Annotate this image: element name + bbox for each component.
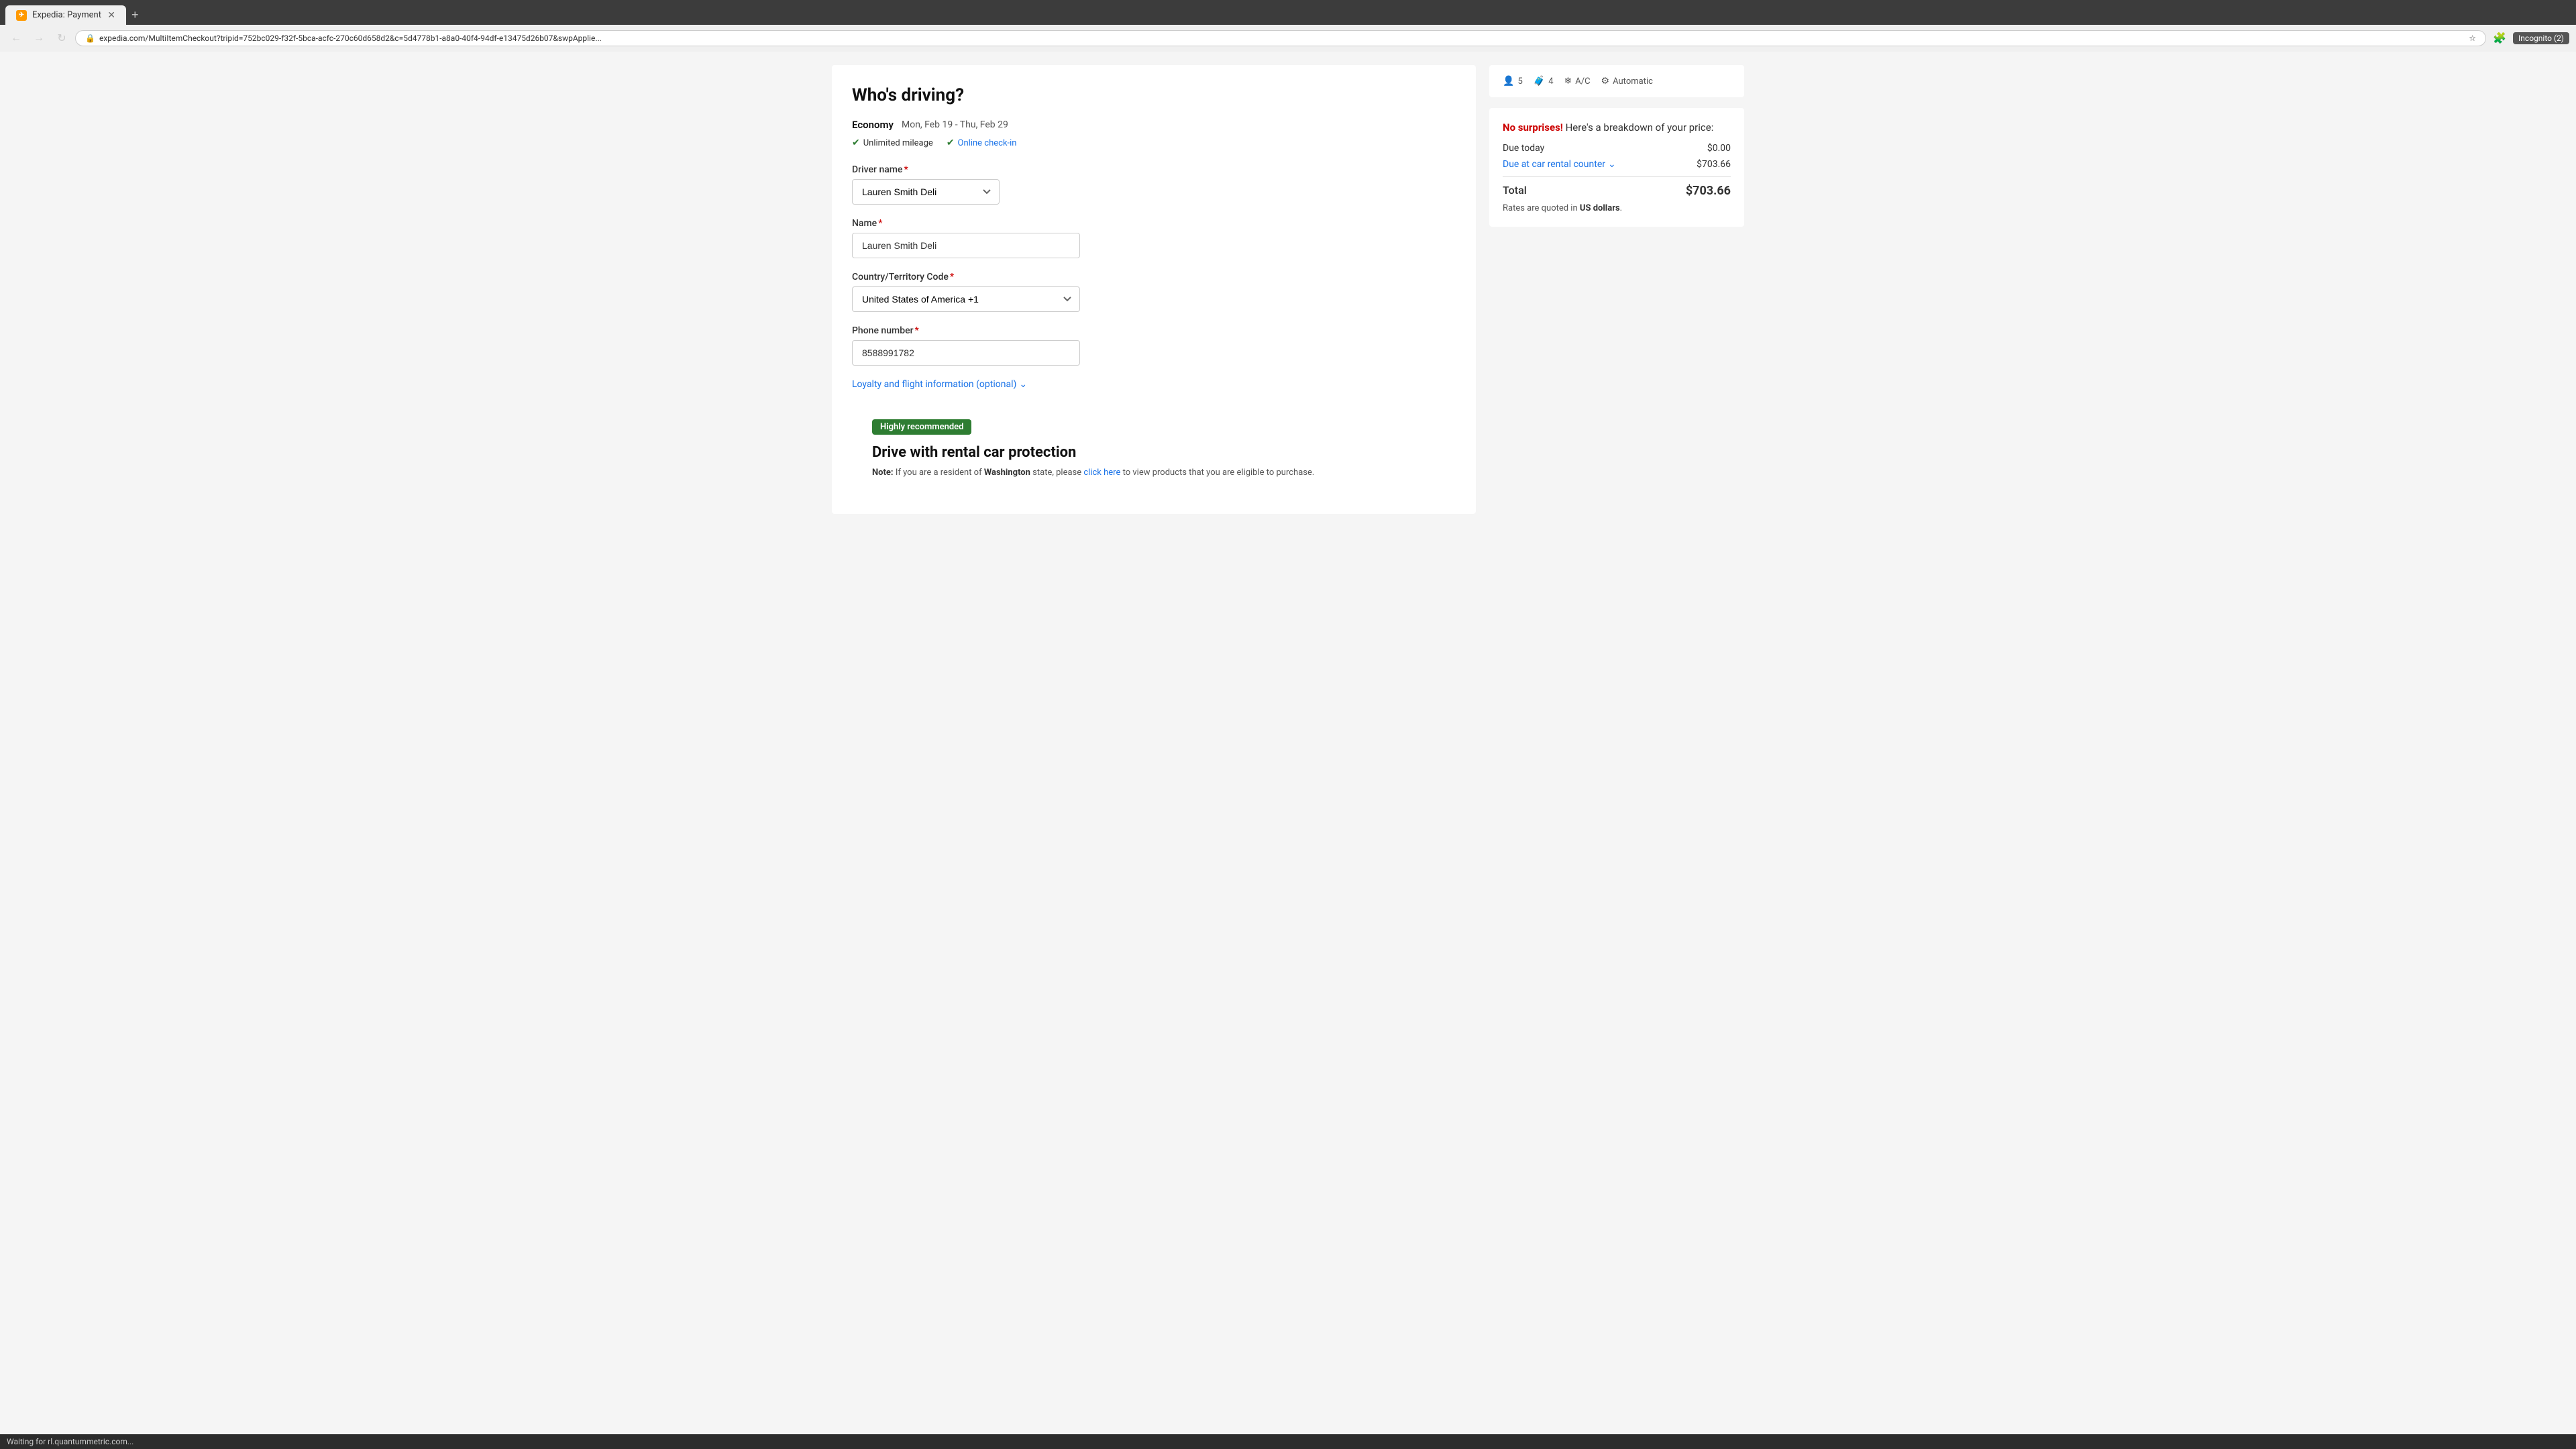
online-checkin-link[interactable]: Online check-in (958, 138, 1017, 148)
rates-currency: US dollars (1580, 203, 1620, 213)
new-tab-button[interactable]: + (126, 5, 144, 25)
note-text: Note: If you are a resident of Washingto… (872, 468, 1436, 478)
check-icon-checkin: ✔ (947, 138, 955, 148)
bookmark-icon: ☆ (2469, 34, 2476, 43)
forward-button[interactable]: → (30, 29, 48, 48)
recommended-badge: Highly recommended (872, 419, 971, 435)
passengers-value: 5 (1517, 76, 1522, 87)
due-today-label: Due today (1503, 143, 1544, 154)
reload-button[interactable]: ↻ (52, 29, 71, 48)
pricing-panel: No surprises! Here's a breakdown of your… (1489, 108, 1744, 227)
tabs-row: ✈ Expedia: Payment ✕ + (5, 5, 2571, 25)
page-title: Who's driving? (852, 85, 1456, 105)
driver-name-group: Driver name* Lauren Smith Deli (852, 164, 1456, 205)
active-tab[interactable]: ✈ Expedia: Payment ✕ (5, 5, 126, 25)
required-star-driver: * (904, 164, 908, 175)
breakdown-text: Here's a breakdown of your price: (1566, 121, 1714, 133)
browser-chrome: ✈ Expedia: Payment ✕ + (0, 0, 2576, 25)
name-group: Name* (852, 218, 1456, 258)
phone-group: Phone number* (852, 325, 1456, 366)
total-amount: $703.66 (1686, 184, 1731, 198)
price-divider (1503, 176, 1731, 177)
spec-luggage: 🧳 4 (1534, 76, 1554, 87)
no-surprises-text: No surprises! Here's a breakdown of your… (1503, 121, 1731, 133)
no-surprises-strong: No surprises! (1503, 121, 1563, 133)
phone-label: Phone number* (852, 325, 1456, 336)
country-group: Country/Territory Code* United States of… (852, 272, 1456, 312)
ac-value: A/C (1575, 76, 1590, 87)
recommended-section: Highly recommended Drive with rental car… (852, 403, 1456, 494)
car-specs: 👤 5 🧳 4 ❄ A/C ⚙ Automatic (1489, 65, 1744, 97)
car-type-label: Economy (852, 119, 894, 131)
driver-name-select[interactable]: Lauren Smith Deli (852, 179, 1000, 205)
note-suffix: state, please (1032, 468, 1083, 478)
date-range: Mon, Feb 19 - Thu, Feb 29 (902, 119, 1008, 130)
due-counter-row: Due at car rental counter ⌄ $703.66 (1503, 159, 1731, 170)
main-panel: Who's driving? Economy Mon, Feb 19 - Thu… (832, 65, 1476, 514)
ac-icon: ❄ (1564, 76, 1572, 87)
check-icon-mileage: ✔ (852, 138, 860, 148)
due-today-row: Due today $0.00 (1503, 143, 1731, 154)
total-row: Total $703.66 (1503, 184, 1731, 198)
extensions-button[interactable]: 🧩 (2490, 29, 2509, 48)
name-label: Name* (852, 218, 1456, 229)
feature-unlimited-mileage: ✔ Unlimited mileage (852, 138, 933, 148)
section-title: Drive with rental car protection (872, 444, 1436, 461)
features-row: ✔ Unlimited mileage ✔ Online check-in (852, 138, 1456, 148)
phone-input[interactable] (852, 340, 1080, 366)
due-counter-label[interactable]: Due at car rental counter ⌄ (1503, 159, 1616, 170)
side-panel: 👤 5 🧳 4 ❄ A/C ⚙ Automatic No surprises! … (1489, 65, 1744, 514)
address-bar-row: ← → ↻ 🔒 expedia.com/MultiItemCheckout?tr… (0, 25, 2576, 52)
passengers-icon: 👤 (1503, 76, 1514, 87)
spec-transmission: ⚙ Automatic (1601, 76, 1653, 87)
car-type-row: Economy Mon, Feb 19 - Thu, Feb 29 (852, 119, 1456, 131)
back-button[interactable]: ← (7, 29, 25, 48)
note-state: Washington (984, 468, 1030, 478)
address-bar[interactable]: 🔒 expedia.com/MultiItemCheckout?tripid=7… (75, 30, 2486, 46)
name-input[interactable] (852, 233, 1080, 258)
required-star-name: * (878, 218, 882, 229)
tab-label: Expedia: Payment (32, 10, 101, 20)
due-today-amount: $0.00 (1707, 143, 1731, 154)
country-label: Country/Territory Code* (852, 272, 1456, 282)
required-star-country: * (950, 272, 954, 282)
tab-close-button[interactable]: ✕ (107, 9, 115, 21)
loyalty-group: Loyalty and flight information (optional… (852, 379, 1456, 390)
lock-icon: 🔒 (85, 34, 95, 43)
status-bar: Waiting for rl.quantummetric.com... (0, 1434, 2576, 1449)
spec-ac: ❄ A/C (1564, 76, 1591, 87)
tab-favicon: ✈ (16, 10, 27, 21)
status-text: Waiting for rl.quantummetric.com... (7, 1437, 133, 1446)
chevron-down-icon: ⌄ (1019, 379, 1027, 390)
transmission-value: Automatic (1613, 76, 1653, 87)
rates-note: Rates are quoted in US dollars. (1503, 203, 1731, 213)
spec-passengers: 👤 5 (1503, 76, 1523, 87)
incognito-badge: Incognito (2) (2513, 32, 2569, 44)
note-prefix: Note: (872, 468, 894, 478)
required-star-phone: * (915, 325, 919, 336)
feature-online-checkin: ✔ Online check-in (947, 138, 1017, 148)
transmission-icon: ⚙ (1601, 76, 1610, 87)
chevron-down-counter-icon: ⌄ (1608, 159, 1616, 170)
url-text: expedia.com/MultiItemCheckout?tripid=752… (99, 34, 2465, 43)
feature-label-mileage: Unlimited mileage (863, 138, 933, 148)
luggage-value: 4 (1548, 76, 1553, 87)
click-here-link[interactable]: click here (1083, 468, 1120, 478)
country-select[interactable]: United States of America +1 (852, 286, 1080, 312)
luggage-icon: 🧳 (1534, 76, 1545, 87)
driver-name-label: Driver name* (852, 164, 1456, 175)
note-intro: If you are a resident of (896, 468, 984, 478)
due-counter-amount: $703.66 (1697, 159, 1731, 170)
total-label: Total (1503, 184, 1527, 198)
page-content: Who's driving? Economy Mon, Feb 19 - Thu… (818, 52, 1758, 527)
loyalty-link[interactable]: Loyalty and flight information (optional… (852, 379, 1456, 390)
note-end: to view products that you are eligible t… (1123, 468, 1315, 478)
